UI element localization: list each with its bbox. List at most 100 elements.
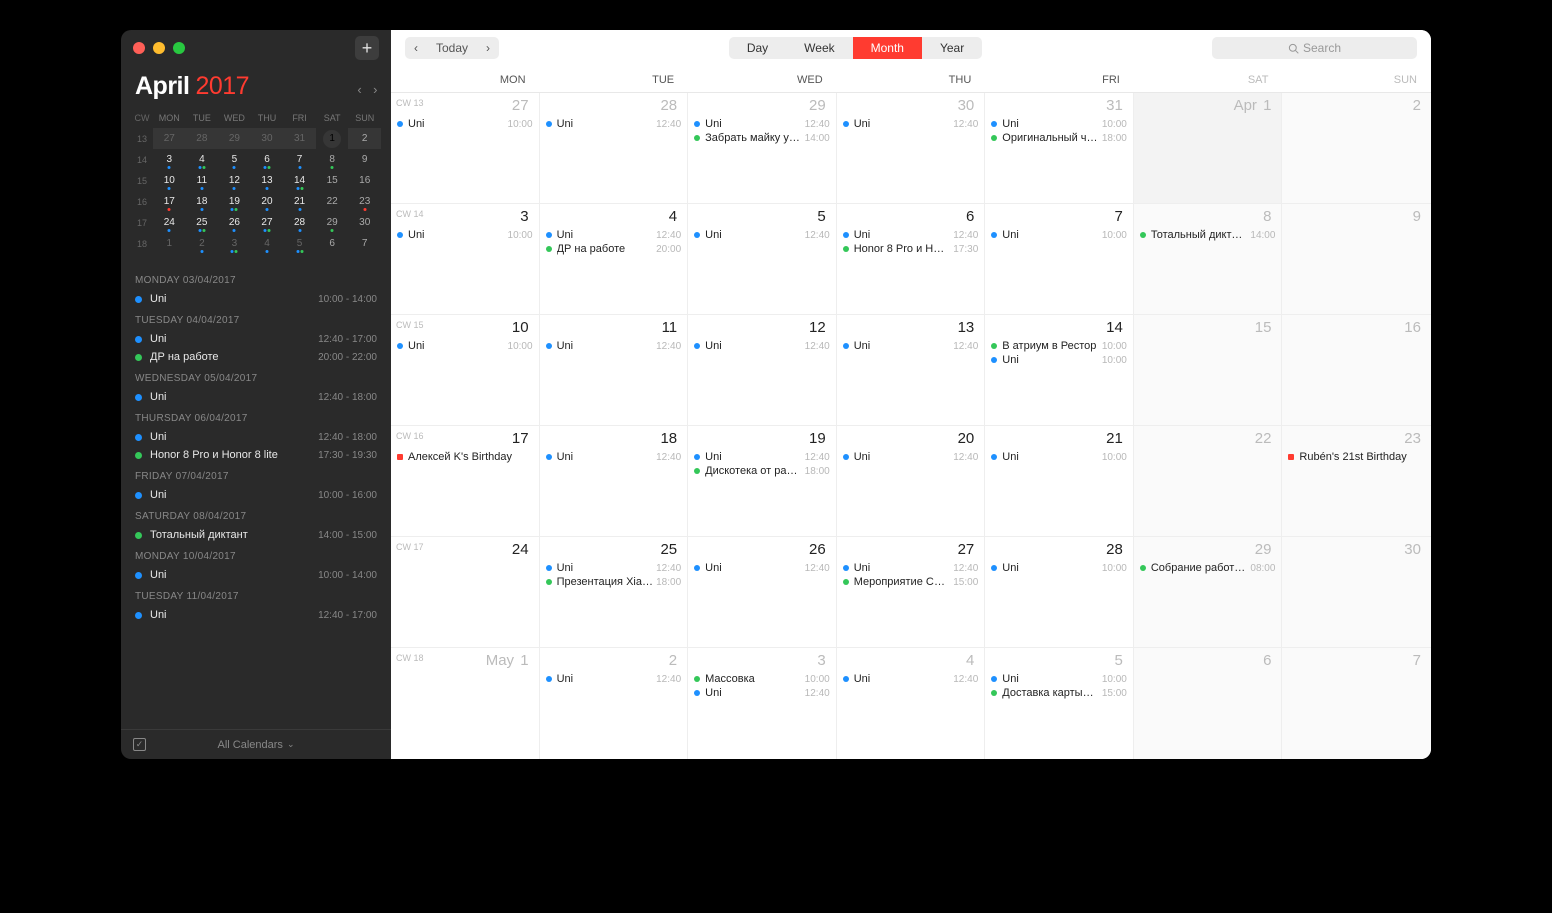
day-cell[interactable]: 9 [1282,204,1431,314]
day-cell[interactable]: 25Uni12:40Презентация Xia…18:00 [540,537,689,647]
day-cell[interactable]: 26Uni12:40 [688,537,837,647]
mini-day[interactable]: 29 [218,128,251,149]
day-cell[interactable]: 29Собрание работ…08:00 [1134,537,1283,647]
agenda-event[interactable]: ДР на работе20:00 - 22:00 [135,348,377,366]
agenda-event[interactable]: Uni12:40 - 17:00 [135,606,377,624]
calendar-event[interactable]: Uni12:40 [694,450,830,464]
mini-day[interactable]: 28 [186,128,219,149]
calendar-event[interactable]: Uni12:40 [546,117,682,131]
agenda-event[interactable]: Тотальный диктант14:00 - 15:00 [135,526,377,544]
mini-day[interactable]: 16 [348,170,381,191]
calendar-event[interactable]: Алексей K's Birthday [397,450,533,464]
calendar-event[interactable]: Uni12:40 [843,339,979,353]
day-cell[interactable]: 5Uni12:40 [688,204,837,314]
calendar-event[interactable]: Uni12:40 [546,228,682,242]
prev-button[interactable]: ‹ [405,37,427,59]
today-button[interactable]: Today [427,37,477,59]
mini-day[interactable]: 26 [218,212,251,233]
agenda-event[interactable]: Uni10:00 - 16:00 [135,486,377,504]
mini-day[interactable]: 10 [153,170,186,191]
calendar-event[interactable]: Uni10:00 [991,117,1127,131]
day-cell[interactable]: 6 [1134,648,1283,759]
calendar-event[interactable]: Uni10:00 [991,672,1127,686]
day-cell[interactable]: 29Uni12:40Забрать майку у…14:00 [688,93,837,203]
day-cell[interactable]: 31Uni10:00Оригинальный ч…18:00 [985,93,1134,203]
mini-day[interactable]: 5 [283,233,316,254]
day-cell[interactable]: 2 [1282,93,1431,203]
mini-day[interactable]: 25 [186,212,219,233]
calendar-event[interactable]: Дискотека от ра…18:00 [694,464,830,478]
calendar-event[interactable]: Оригинальный ч…18:00 [991,131,1127,145]
add-event-button[interactable]: + [355,36,379,60]
calendar-event[interactable]: Uni12:40 [546,339,682,353]
mini-day[interactable]: 30 [251,128,284,149]
mini-day[interactable]: 27 [251,212,284,233]
mini-day[interactable]: 1 [153,233,186,254]
agenda-event[interactable]: Honor 8 Pro и Honor 8 lite17:30 - 19:30 [135,446,377,464]
next-button[interactable]: › [477,37,499,59]
day-cell[interactable]: 5Uni10:00Доставка карты…15:00 [985,648,1134,759]
mini-day[interactable]: 18 [186,191,219,212]
mini-day[interactable]: 15 [316,170,349,191]
agenda-list[interactable]: MONDAY 03/04/2017Uni10:00 - 14:00TUESDAY… [121,262,391,729]
day-cell[interactable]: 7 [1282,648,1431,759]
day-cell[interactable]: 30Uni12:40 [837,93,986,203]
view-day-button[interactable]: Day [729,37,786,59]
mini-day[interactable]: 19 [218,191,251,212]
view-month-button[interactable]: Month [853,37,922,59]
calendar-event[interactable]: Uni10:00 [991,353,1127,367]
mini-day[interactable]: 1 [323,130,341,148]
mini-day[interactable]: 31 [283,128,316,149]
day-cell[interactable]: 23Rubén's 21st Birthday [1282,426,1431,536]
prev-month-icon[interactable]: ‹ [357,82,361,97]
mini-day[interactable]: 21 [283,191,316,212]
mini-day[interactable]: 7 [348,233,381,254]
day-cell[interactable]: 12Uni12:40 [688,315,837,425]
mini-day[interactable]: 23 [348,191,381,212]
day-cell[interactable]: 19Uni12:40Дискотека от ра…18:00 [688,426,837,536]
view-year-button[interactable]: Year [922,37,982,59]
mini-day[interactable]: 5 [218,149,251,170]
checkbox-icon[interactable]: ✓ [133,738,146,751]
next-month-icon[interactable]: › [373,82,377,97]
mini-day[interactable]: 17 [153,191,186,212]
sidebar-footer[interactable]: ✓ All Calendars ⌄ [121,729,391,759]
mini-day[interactable]: 8 [316,149,349,170]
day-cell[interactable]: 2Uni12:40 [540,648,689,759]
calendar-event[interactable]: Uni12:40 [694,228,830,242]
calendar-event[interactable]: Доставка карты…15:00 [991,686,1127,700]
close-icon[interactable] [133,42,145,54]
calendar-event[interactable]: Uni12:40 [694,117,830,131]
day-cell[interactable]: 14В атриум в Рестор10:00Uni10:00 [985,315,1134,425]
mini-day[interactable]: 20 [251,191,284,212]
calendar-event[interactable]: Uni12:40 [843,117,979,131]
calendar-event[interactable]: Uni12:40 [843,561,979,575]
calendar-event[interactable]: Uni10:00 [397,339,533,353]
day-cell[interactable]: 16 [1282,315,1431,425]
day-cell[interactable]: 15 [1134,315,1283,425]
agenda-event[interactable]: Uni10:00 - 14:00 [135,290,377,308]
calendar-event[interactable]: Забрать майку у…14:00 [694,131,830,145]
agenda-event[interactable]: Uni10:00 - 14:00 [135,566,377,584]
calendar-event[interactable]: Массовка10:00 [694,672,830,686]
calendar-event[interactable]: Uni10:00 [991,561,1127,575]
agenda-event[interactable]: Uni12:40 - 18:00 [135,388,377,406]
calendar-event[interactable]: Rubén's 21st Birthday [1288,450,1425,464]
day-cell[interactable]: Apr 1 [1134,93,1283,203]
calendar-event[interactable]: Uni12:40 [694,339,830,353]
calendar-event[interactable]: Uni12:40 [843,450,979,464]
day-cell[interactable]: 4Uni12:40 [837,648,986,759]
calendar-event[interactable]: Uni10:00 [991,228,1127,242]
day-cell[interactable]: 27Uni10:00 [391,93,540,203]
day-cell[interactable]: May 1 [391,648,540,759]
day-cell[interactable]: 18Uni12:40 [540,426,689,536]
calendar-event[interactable]: Тотальный дикта…14:00 [1140,228,1276,242]
mini-day[interactable]: 2 [348,128,381,149]
day-cell[interactable]: 3Массовка10:00Uni12:40 [688,648,837,759]
agenda-event[interactable]: Uni12:40 - 17:00 [135,330,377,348]
day-cell[interactable]: 27Uni12:40Мероприятие Са…15:00 [837,537,986,647]
day-cell[interactable]: 21Uni10:00 [985,426,1134,536]
mini-day[interactable]: 6 [251,149,284,170]
day-cell[interactable]: 13Uni12:40 [837,315,986,425]
mini-day[interactable]: 3 [218,233,251,254]
